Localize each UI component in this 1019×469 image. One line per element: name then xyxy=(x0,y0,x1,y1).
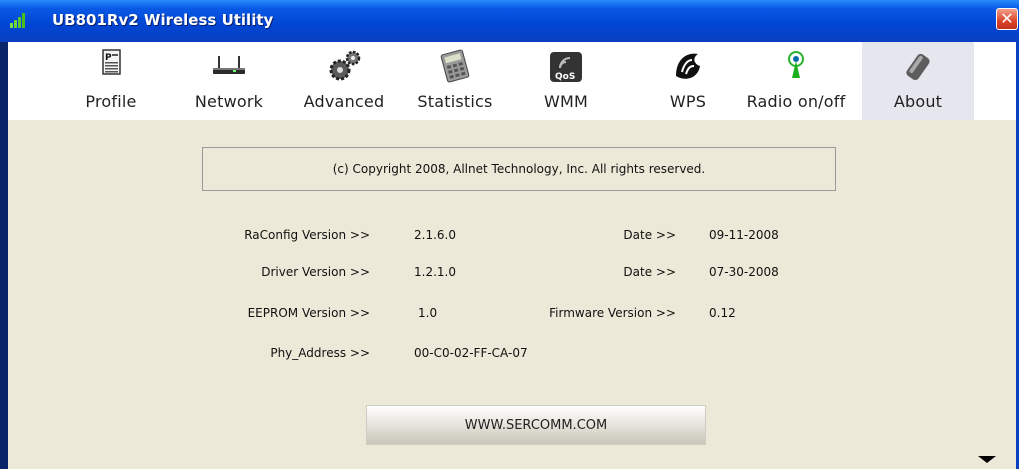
raconfig-date-value: 09-11-2008 xyxy=(709,228,779,242)
tab-advanced[interactable]: Advanced xyxy=(296,42,392,120)
svg-text:QoS: QoS xyxy=(555,72,575,82)
driver-date-label: Date >> xyxy=(623,265,676,279)
calculator-icon xyxy=(440,49,470,83)
title-bar[interactable]: UB801Rv2 Wireless Utility ✕ xyxy=(0,0,1019,42)
tab-profile-label: Profile xyxy=(85,92,137,111)
signal-strength-icon xyxy=(10,13,25,28)
raconfig-version-label: RaConfig Version >> xyxy=(244,228,370,242)
utility-window: UB801Rv2 Wireless Utility ✕ P Profile Ne… xyxy=(0,0,1019,469)
gears-icon xyxy=(329,50,361,81)
profile-icon: P xyxy=(102,49,121,75)
close-icon: ✕ xyxy=(1000,9,1014,28)
eeprom-version-label: EEPROM Version >> xyxy=(247,306,370,320)
scroll-down-icon[interactable] xyxy=(978,456,996,463)
network-icon xyxy=(213,56,245,74)
phy-address-label: Phy_Address >> xyxy=(270,346,370,360)
wps-icon xyxy=(676,53,700,79)
close-button[interactable]: ✕ xyxy=(996,8,1018,30)
window-title: UB801Rv2 Wireless Utility xyxy=(52,11,274,29)
tab-wps[interactable]: WPS xyxy=(656,42,720,120)
phy-address-value: 00-C0-02-FF-CA-07 xyxy=(414,346,528,360)
eeprom-version-value: 1.0 xyxy=(418,306,438,320)
tab-about[interactable]: About xyxy=(862,42,974,120)
qos-icon: QoS xyxy=(550,52,582,82)
tab-profile[interactable]: P Profile xyxy=(71,42,151,120)
usb-adapter-icon xyxy=(906,53,930,81)
antenna-icon xyxy=(788,51,804,78)
tab-statistics-label: Statistics xyxy=(417,92,493,111)
copyright-box: (c) Copyright 2008, Allnet Technology, I… xyxy=(202,147,836,191)
toolbar: P Profile Network Advanced Statistics Qo… xyxy=(8,42,1016,120)
tab-wmm[interactable]: QoS WMM xyxy=(534,42,598,120)
tab-network-label: Network xyxy=(194,92,264,111)
tab-wps-label: WPS xyxy=(669,92,707,111)
tab-network[interactable]: Network xyxy=(184,42,274,120)
tab-radio-on-off-label: Radio on/off xyxy=(746,92,846,111)
tab-statistics[interactable]: Statistics xyxy=(410,42,500,120)
driver-version-value: 1.2.1.0 xyxy=(414,265,456,279)
raconfig-date-label: Date >> xyxy=(623,228,676,242)
firmware-version-value: 0.12 xyxy=(709,306,736,320)
tab-wmm-label: WMM xyxy=(543,92,589,111)
driver-date-value: 07-30-2008 xyxy=(709,265,779,279)
website-button[interactable]: WWW.SERCOMM.COM xyxy=(366,405,706,445)
svg-text:P: P xyxy=(105,53,112,63)
raconfig-version-value: 2.1.6.0 xyxy=(414,228,456,242)
driver-version-label: Driver Version >> xyxy=(261,265,370,279)
tab-about-label: About xyxy=(893,92,943,111)
tab-advanced-label: Advanced xyxy=(303,92,385,111)
tab-radio-on-off[interactable]: Radio on/off xyxy=(736,42,856,120)
firmware-version-label: Firmware Version >> xyxy=(549,306,676,320)
about-panel: (c) Copyright 2008, Allnet Technology, I… xyxy=(8,120,1016,469)
